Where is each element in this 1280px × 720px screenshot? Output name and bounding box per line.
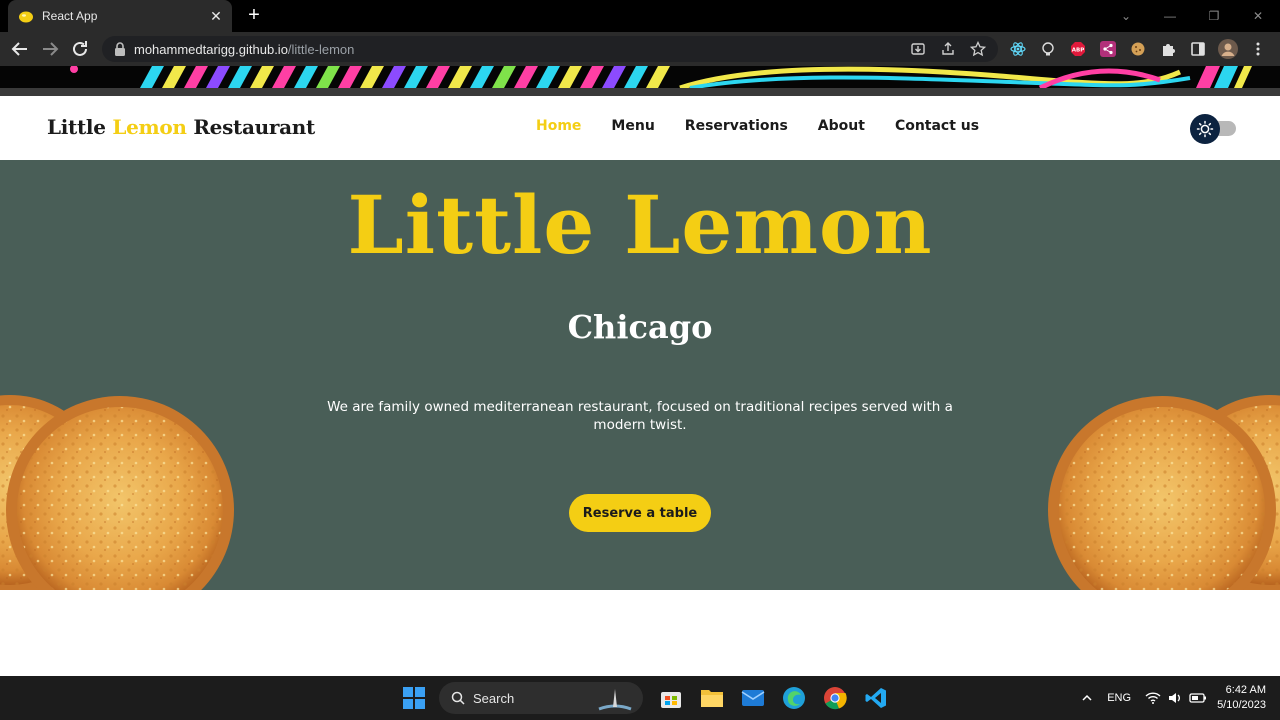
omnibox-actions bbox=[910, 41, 986, 57]
svg-text:ABP: ABP bbox=[1072, 48, 1084, 54]
brand-part-3: Restaurant bbox=[186, 115, 315, 139]
install-app-icon[interactable] bbox=[910, 41, 926, 57]
new-tab-button[interactable]: + bbox=[242, 4, 266, 28]
windows-taskbar: Search ENG 6:42 AM 5/10/2023 bbox=[0, 676, 1280, 720]
start-button[interactable] bbox=[398, 682, 430, 714]
search-label: Search bbox=[473, 690, 515, 706]
maximize-icon[interactable]: ❐ bbox=[1192, 9, 1236, 23]
search-icon bbox=[451, 691, 465, 705]
system-tray: ENG 6:42 AM 5/10/2023 bbox=[1081, 676, 1280, 720]
windows-logo-icon bbox=[403, 687, 425, 709]
forward-icon[interactable] bbox=[38, 37, 62, 61]
nav-link-home[interactable]: Home bbox=[536, 118, 581, 134]
share-extension-icon[interactable] bbox=[1098, 39, 1118, 59]
bookmark-star-icon[interactable] bbox=[970, 41, 986, 57]
hero-title: Little Lemon bbox=[347, 178, 933, 272]
lock-icon[interactable] bbox=[114, 42, 126, 56]
web-page: Little Lemon Restaurant Home Menu Reserv… bbox=[0, 96, 1280, 676]
tab-search-icon[interactable]: ⌄ bbox=[1104, 9, 1148, 23]
nav-links: Home Menu Reservations About Contact us bbox=[536, 118, 979, 134]
nav-link-menu[interactable]: Menu bbox=[611, 118, 654, 134]
taskbar-search-box[interactable]: Search bbox=[439, 682, 643, 714]
volume-icon[interactable] bbox=[1167, 691, 1183, 705]
window-controls: ⌄ — ❐ ✕ bbox=[1104, 0, 1280, 32]
hero-description: We are family owned mediterranean restau… bbox=[327, 399, 953, 433]
wifi-icon[interactable] bbox=[1145, 691, 1161, 705]
chrome-menu-icon[interactable] bbox=[1248, 39, 1268, 59]
reserve-table-button[interactable]: Reserve a table bbox=[569, 494, 711, 532]
minimize-icon[interactable]: — bbox=[1148, 9, 1192, 23]
share-icon[interactable] bbox=[940, 41, 956, 57]
reload-icon[interactable] bbox=[68, 37, 92, 61]
edge-browser-icon[interactable] bbox=[778, 682, 810, 714]
mail-icon[interactable] bbox=[737, 682, 769, 714]
lightbulb-extension-icon[interactable] bbox=[1038, 39, 1058, 59]
theme-toggle[interactable] bbox=[1190, 114, 1237, 144]
browser-tab-bar: React App ✕ + ⌄ — ❐ ✕ bbox=[0, 0, 1280, 32]
site-navbar: Little Lemon Restaurant Home Menu Reserv… bbox=[0, 96, 1280, 160]
chevron-up-icon[interactable] bbox=[1081, 692, 1093, 704]
brand-part-2: Lemon bbox=[112, 115, 187, 139]
clock-date: 5/10/2023 bbox=[1217, 699, 1266, 711]
hero-section: Little Lemon Chicago We are family owned… bbox=[0, 160, 1280, 590]
language-indicator[interactable]: ENG bbox=[1107, 692, 1131, 704]
clock-time: 6:42 AM bbox=[1225, 684, 1266, 696]
address-bar[interactable]: mohammedtarigg.github.io/little-lemon bbox=[102, 36, 998, 62]
url-path: /little-lemon bbox=[287, 41, 355, 57]
browser-tab[interactable]: React App ✕ bbox=[8, 0, 232, 32]
browser-toolbar: mohammedtarigg.github.io/little-lemon AB… bbox=[0, 32, 1280, 66]
file-explorer-icon[interactable] bbox=[696, 682, 728, 714]
battery-icon[interactable] bbox=[1189, 692, 1207, 704]
search-highlight-icon bbox=[598, 689, 632, 711]
cookie-extension-icon[interactable] bbox=[1128, 39, 1148, 59]
close-window-icon[interactable]: ✕ bbox=[1236, 9, 1280, 23]
site-logo[interactable]: Little Lemon Restaurant bbox=[47, 115, 315, 139]
react-devtools-icon[interactable] bbox=[1008, 39, 1028, 59]
tab-title: React App bbox=[42, 9, 98, 23]
decorative-stripe-banner bbox=[0, 66, 1280, 96]
chrome-icon[interactable] bbox=[819, 682, 851, 714]
side-panel-icon[interactable] bbox=[1188, 39, 1208, 59]
back-icon[interactable] bbox=[8, 37, 32, 61]
tab-close-icon[interactable]: ✕ bbox=[206, 8, 226, 25]
url-text: mohammedtarigg.github.io/little-lemon bbox=[134, 42, 998, 57]
extensions-area: ABP bbox=[1008, 37, 1280, 61]
nav-link-contact[interactable]: Contact us bbox=[895, 118, 979, 134]
url-host: mohammedtarigg.github.io bbox=[134, 41, 288, 57]
brand-part-1: Little bbox=[47, 115, 113, 139]
microsoft-store-icon[interactable] bbox=[655, 682, 687, 714]
hero-city: Chicago bbox=[567, 308, 713, 346]
taskbar-apps: Search bbox=[398, 682, 901, 714]
sun-icon bbox=[1196, 120, 1214, 138]
adblock-icon[interactable]: ABP bbox=[1068, 39, 1088, 59]
nav-link-about[interactable]: About bbox=[818, 118, 865, 134]
vscode-icon[interactable] bbox=[860, 682, 892, 714]
clock[interactable]: 6:42 AM 5/10/2023 bbox=[1217, 683, 1266, 713]
toggle-knob bbox=[1190, 114, 1220, 144]
nav-link-reservations[interactable]: Reservations bbox=[685, 118, 788, 134]
lemon-favicon-icon bbox=[19, 11, 33, 23]
extensions-puzzle-icon[interactable] bbox=[1158, 39, 1178, 59]
profile-avatar[interactable] bbox=[1218, 39, 1238, 59]
